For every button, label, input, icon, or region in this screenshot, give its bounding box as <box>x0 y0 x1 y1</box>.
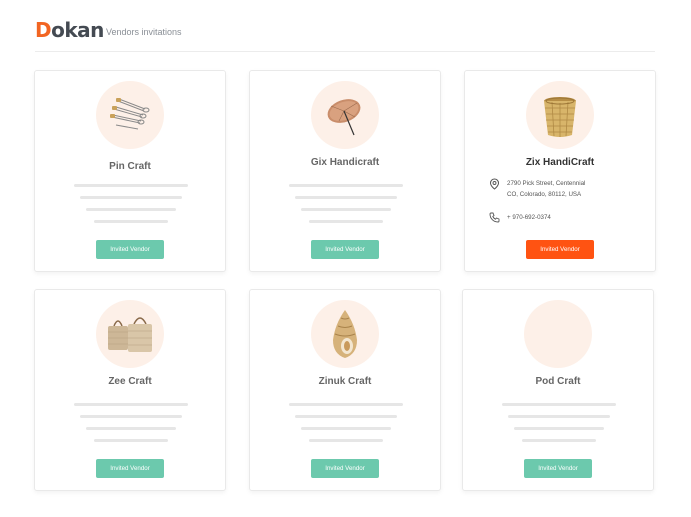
vendor-name: Zee Craft <box>108 376 152 387</box>
vendor-card-zinuk-craft[interactable]: Zinuk Craft Invited Vendor <box>249 289 441 491</box>
placeholder-line <box>94 439 168 442</box>
invited-vendor-button[interactable]: Invited Vendor <box>526 240 594 259</box>
placeholder-line <box>86 208 176 211</box>
invited-vendor-button[interactable]: Invited Vendor <box>311 459 379 478</box>
invited-vendor-button[interactable]: Invited Vendor <box>524 459 592 478</box>
vendor-card-zee-craft[interactable]: Zee Craft Invited Vendor <box>34 289 226 491</box>
paper-umbrella-icon <box>327 99 361 136</box>
vendor-avatar <box>311 300 379 368</box>
page-title: Vendors invitations <box>106 27 182 37</box>
vendor-card-pin-craft[interactable]: Pin Craft Invited Vendor <box>34 70 226 272</box>
placeholder-line <box>522 439 596 442</box>
wicker-basket-icon <box>544 97 576 137</box>
phone-icon <box>489 212 500 223</box>
vendor-avatar <box>96 300 164 368</box>
vendor-avatar <box>311 81 379 149</box>
vendor-name: Pin Craft <box>109 161 151 172</box>
page-header: Dokan Vendors invitations <box>35 14 655 52</box>
vendor-phone: + 970-692-0374 <box>489 212 551 223</box>
vendor-name: Zix HandiCraft <box>525 157 595 168</box>
location-pin-icon <box>489 178 500 190</box>
vendor-card-zix-handicraft[interactable]: Zix HandiCraft 2790 Pick Street, Centenn… <box>464 70 656 272</box>
logo-letter-d: D <box>35 18 52 42</box>
vendor-card-gix-handicraft[interactable]: Gix Handicraft Invited Vendor <box>249 70 441 272</box>
placeholder-line <box>295 415 397 418</box>
vendor-avatar <box>96 81 164 149</box>
placeholder-line <box>74 184 188 187</box>
phone-number[interactable]: + 970-692-0374 <box>507 212 551 223</box>
blank-avatar-icon <box>524 300 592 368</box>
placeholder-line <box>502 403 616 406</box>
vendor-name: Pod Craft <box>535 376 581 387</box>
safety-pins-icon <box>110 98 150 130</box>
placeholder-line <box>508 415 610 418</box>
vendor-address: 2790 Pick Street, Centennial CO, Colorad… <box>489 178 586 200</box>
logo-text: okan <box>51 18 104 42</box>
placeholder-line <box>295 196 397 199</box>
placeholder-line <box>309 220 383 223</box>
vendor-card-pod-craft[interactable]: Pod Craft Invited Vendor <box>462 289 654 491</box>
invited-vendor-button[interactable]: Invited Vendor <box>96 240 164 259</box>
invited-vendor-button[interactable]: Invited Vendor <box>311 240 379 259</box>
address-line-2: CO, Colorado, 80112, USA <box>507 191 582 198</box>
vendor-avatar <box>526 81 594 149</box>
placeholder-line <box>301 208 391 211</box>
placeholder-line <box>86 427 176 430</box>
placeholder-line <box>80 196 182 199</box>
woven-bags-icon <box>108 317 152 352</box>
vendor-name: Gix Handicraft <box>310 157 380 168</box>
placeholder-line <box>94 220 168 223</box>
placeholder-line <box>309 439 383 442</box>
seashell-icon <box>333 310 357 358</box>
placeholder-line <box>514 427 604 430</box>
invited-vendor-button[interactable]: Invited Vendor <box>96 459 164 478</box>
placeholder-line <box>80 415 182 418</box>
address-line-1: 2790 Pick Street, Centennial <box>507 180 586 187</box>
placeholder-line <box>301 427 391 430</box>
placeholder-line <box>289 403 403 406</box>
dokan-logo[interactable]: Dokan <box>35 18 104 42</box>
vendor-name: Zinuk Craft <box>318 376 372 387</box>
placeholder-line <box>289 184 403 187</box>
placeholder-line <box>74 403 188 406</box>
